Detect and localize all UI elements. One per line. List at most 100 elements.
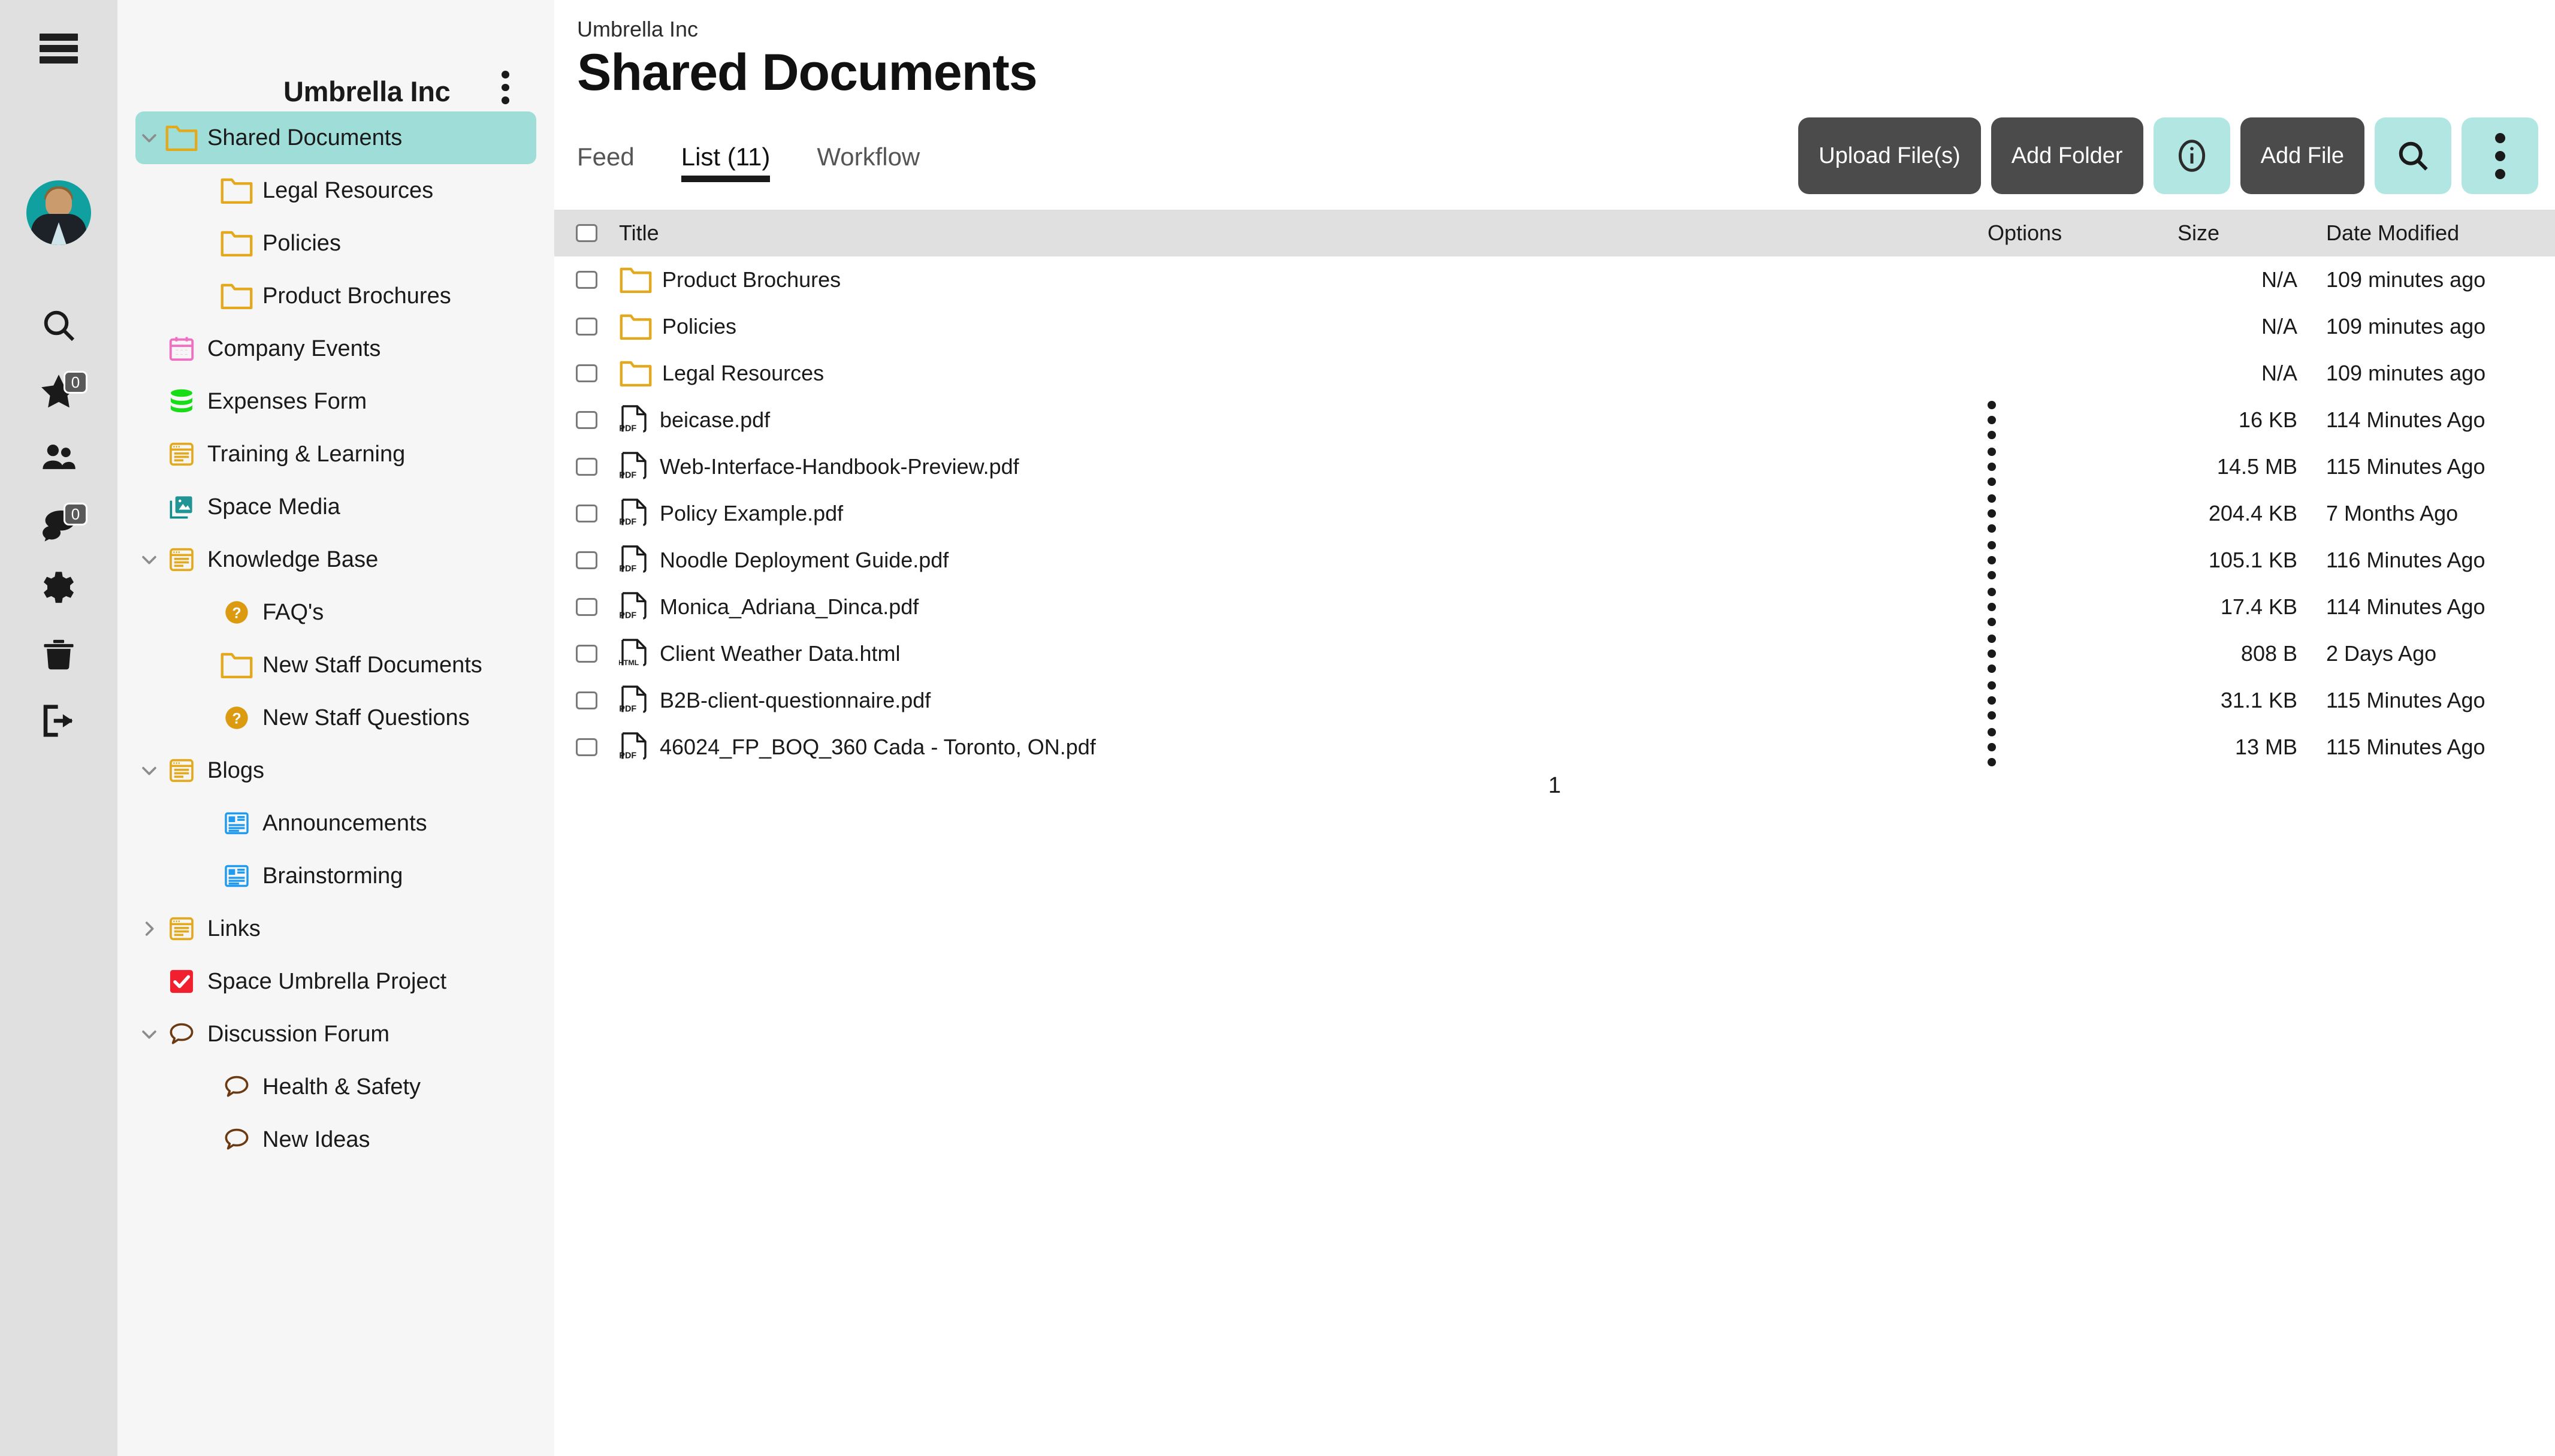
- row-options-kebab-icon[interactable]: [1968, 541, 2148, 579]
- sidebar-item-expenses-form[interactable]: Expenses Form: [135, 375, 536, 428]
- chat-icon[interactable]: 0: [0, 494, 117, 552]
- table-row[interactable]: Product Brochures N/A 109 minutes ago: [554, 256, 2555, 303]
- table-row[interactable]: PDF Web-Interface-Handbook-Preview.pdf 14…: [554, 443, 2555, 490]
- row-options-kebab-icon[interactable]: [1968, 635, 2148, 673]
- upload-file-s-button[interactable]: Upload File(s): [1798, 117, 1981, 194]
- sidebar-item-knowledge-base[interactable]: Knowledge Base: [135, 533, 536, 586]
- row-checkbox[interactable]: [554, 271, 619, 289]
- row-title-cell[interactable]: Product Brochures: [619, 265, 1968, 294]
- row-title-cell[interactable]: Policies: [619, 312, 1968, 341]
- row-date-modified: 114 Minutes Ago: [2326, 407, 2485, 432]
- sidebar-item-discussion-forum[interactable]: Discussion Forum: [135, 1008, 536, 1061]
- row-checkbox[interactable]: [554, 411, 619, 429]
- sidebar-item-shared-documents[interactable]: Shared Documents: [135, 111, 536, 164]
- row-checkbox[interactable]: [554, 551, 619, 569]
- chevron-down-icon[interactable]: [135, 533, 163, 586]
- chevron-right-icon[interactable]: [135, 902, 163, 955]
- pdf-icon: PDF: [619, 543, 650, 577]
- row-options-kebab-icon[interactable]: [1968, 494, 2148, 533]
- row-title-label: Web-Interface-Handbook-Preview.pdf: [660, 454, 1019, 479]
- table-row[interactable]: PDF 46024_FP_BOQ_360 Cada - Toronto, ON.…: [554, 724, 2555, 771]
- sidebar-item-faq-s[interactable]: ? FAQ's: [135, 586, 536, 639]
- people-icon[interactable]: [0, 428, 117, 486]
- row-checkbox[interactable]: [554, 458, 619, 476]
- sidebar-item-company-events[interactable]: Company Events: [135, 322, 536, 375]
- column-header-size[interactable]: Size: [2148, 220, 2297, 246]
- sidebar-item-label: FAQ's: [262, 599, 324, 625]
- chevron-down-icon[interactable]: [135, 1008, 163, 1061]
- sidebar-item-space-media[interactable]: Space Media: [135, 481, 536, 533]
- breadcrumb[interactable]: Umbrella Inc: [577, 17, 698, 42]
- row-title-cell[interactable]: PDF Monica_Adriana_Dinca.pdf: [619, 590, 1968, 624]
- row-checkbox[interactable]: [554, 645, 619, 663]
- column-header-options[interactable]: Options: [1968, 220, 2148, 246]
- row-options-kebab-icon[interactable]: [1968, 728, 2148, 766]
- sidebar-item-announcements[interactable]: Announcements: [135, 797, 536, 850]
- search-button[interactable]: [2375, 117, 2451, 194]
- row-checkbox[interactable]: [554, 505, 619, 522]
- sidebar-item-training-learning[interactable]: Training & Learning: [135, 428, 536, 481]
- tab-list-11[interactable]: List (11): [681, 143, 770, 182]
- sidebar-item-product-brochures[interactable]: Product Brochures: [135, 270, 536, 322]
- table-row[interactable]: HTML Client Weather Data.html 808 B 2 Days…: [554, 630, 2555, 677]
- tab-feed[interactable]: Feed: [577, 143, 635, 182]
- row-checkbox[interactable]: [554, 691, 619, 709]
- chevron-down-icon[interactable]: [135, 744, 163, 797]
- sidebar-item-new-staff-questions[interactable]: ? New Staff Questions: [135, 691, 536, 744]
- row-checkbox[interactable]: [554, 318, 619, 336]
- row-title-cell[interactable]: PDF Policy Example.pdf: [619, 497, 1968, 530]
- sidebar-item-health-safety[interactable]: Health & Safety: [135, 1061, 536, 1113]
- table-row[interactable]: PDF Monica_Adriana_Dinca.pdf 17.4 KB 114 M…: [554, 584, 2555, 630]
- chevron-spacer: [135, 955, 163, 1008]
- avatar[interactable]: [0, 180, 117, 246]
- table-row[interactable]: Legal Resources N/A 109 minutes ago: [554, 350, 2555, 397]
- sidebar-item-policies[interactable]: Policies: [135, 217, 536, 270]
- chevron-down-icon[interactable]: [135, 111, 163, 164]
- gear-icon[interactable]: [0, 560, 117, 618]
- row-options-kebab-icon[interactable]: [1968, 588, 2148, 626]
- add-file-button[interactable]: Add File: [2240, 117, 2364, 194]
- row-checkbox[interactable]: [554, 364, 619, 382]
- row-title-cell[interactable]: HTML Client Weather Data.html: [619, 637, 1968, 670]
- sidebar-item-blogs[interactable]: Blogs: [135, 744, 536, 797]
- add-folder-button[interactable]: Add Folder: [1991, 117, 2143, 194]
- space-options-icon[interactable]: [488, 71, 522, 105]
- sidebar-item-legal-resources[interactable]: Legal Resources: [135, 164, 536, 217]
- sidebar-item-brainstorming[interactable]: Brainstorming: [135, 850, 536, 902]
- table-row[interactable]: PDF Policy Example.pdf 204.4 KB 7 Months A…: [554, 490, 2555, 537]
- table-row[interactable]: Policies N/A 109 minutes ago: [554, 303, 2555, 350]
- kebab-button[interactable]: [2462, 117, 2538, 194]
- sidebar-item-new-staff-documents[interactable]: New Staff Documents: [135, 639, 536, 691]
- row-options-kebab-icon[interactable]: [1968, 448, 2148, 486]
- logout-icon[interactable]: [0, 692, 117, 750]
- row-title-cell[interactable]: PDF 46024_FP_BOQ_360 Cada - Toronto, ON.…: [619, 730, 1968, 764]
- sidebar-item-space-umbrella-project[interactable]: Space Umbrella Project: [135, 955, 536, 1008]
- star-icon[interactable]: 0: [0, 363, 117, 420]
- row-title-cell[interactable]: PDF Noodle Deployment Guide.pdf: [619, 543, 1968, 577]
- table-row[interactable]: PDF B2B-client-questionnaire.pdf 31.1 KB 1…: [554, 677, 2555, 724]
- row-checkbox[interactable]: [554, 738, 619, 756]
- row-options-kebab-icon[interactable]: [1968, 681, 2148, 720]
- column-header-date-modified[interactable]: Date Modified: [2297, 220, 2555, 246]
- column-header-title[interactable]: Title: [619, 220, 1968, 246]
- row-title-cell[interactable]: PDF beicase.pdf: [619, 403, 1968, 437]
- row-checkbox[interactable]: [554, 598, 619, 616]
- table-row[interactable]: PDF Noodle Deployment Guide.pdf 105.1 KB 1…: [554, 537, 2555, 584]
- search-icon[interactable]: [0, 297, 117, 354]
- row-options-kebab-icon[interactable]: [1968, 401, 2148, 439]
- row-title-cell[interactable]: PDF B2B-client-questionnaire.pdf: [619, 684, 1968, 717]
- select-all-checkbox[interactable]: [554, 224, 619, 242]
- row-title-cell[interactable]: Legal Resources: [619, 359, 1968, 388]
- sidebar-item-new-ideas[interactable]: New Ideas: [135, 1113, 536, 1166]
- hamburger-bar: [40, 56, 78, 64]
- table-row[interactable]: PDF beicase.pdf 16 KB 114 Minutes Ago: [554, 397, 2555, 443]
- tab-workflow[interactable]: Workflow: [817, 143, 920, 182]
- sidebar-item-label: Discussion Forum: [207, 1021, 390, 1047]
- row-title-cell[interactable]: PDF Web-Interface-Handbook-Preview.pdf: [619, 450, 1968, 484]
- trash-icon[interactable]: [0, 626, 117, 684]
- sidebar-item-links[interactable]: Links: [135, 902, 536, 955]
- hamburger-icon[interactable]: [0, 22, 117, 75]
- pdf-icon: PDF: [619, 684, 650, 717]
- page-number-1[interactable]: 1: [1548, 773, 1561, 799]
- info-button[interactable]: [2153, 117, 2230, 194]
